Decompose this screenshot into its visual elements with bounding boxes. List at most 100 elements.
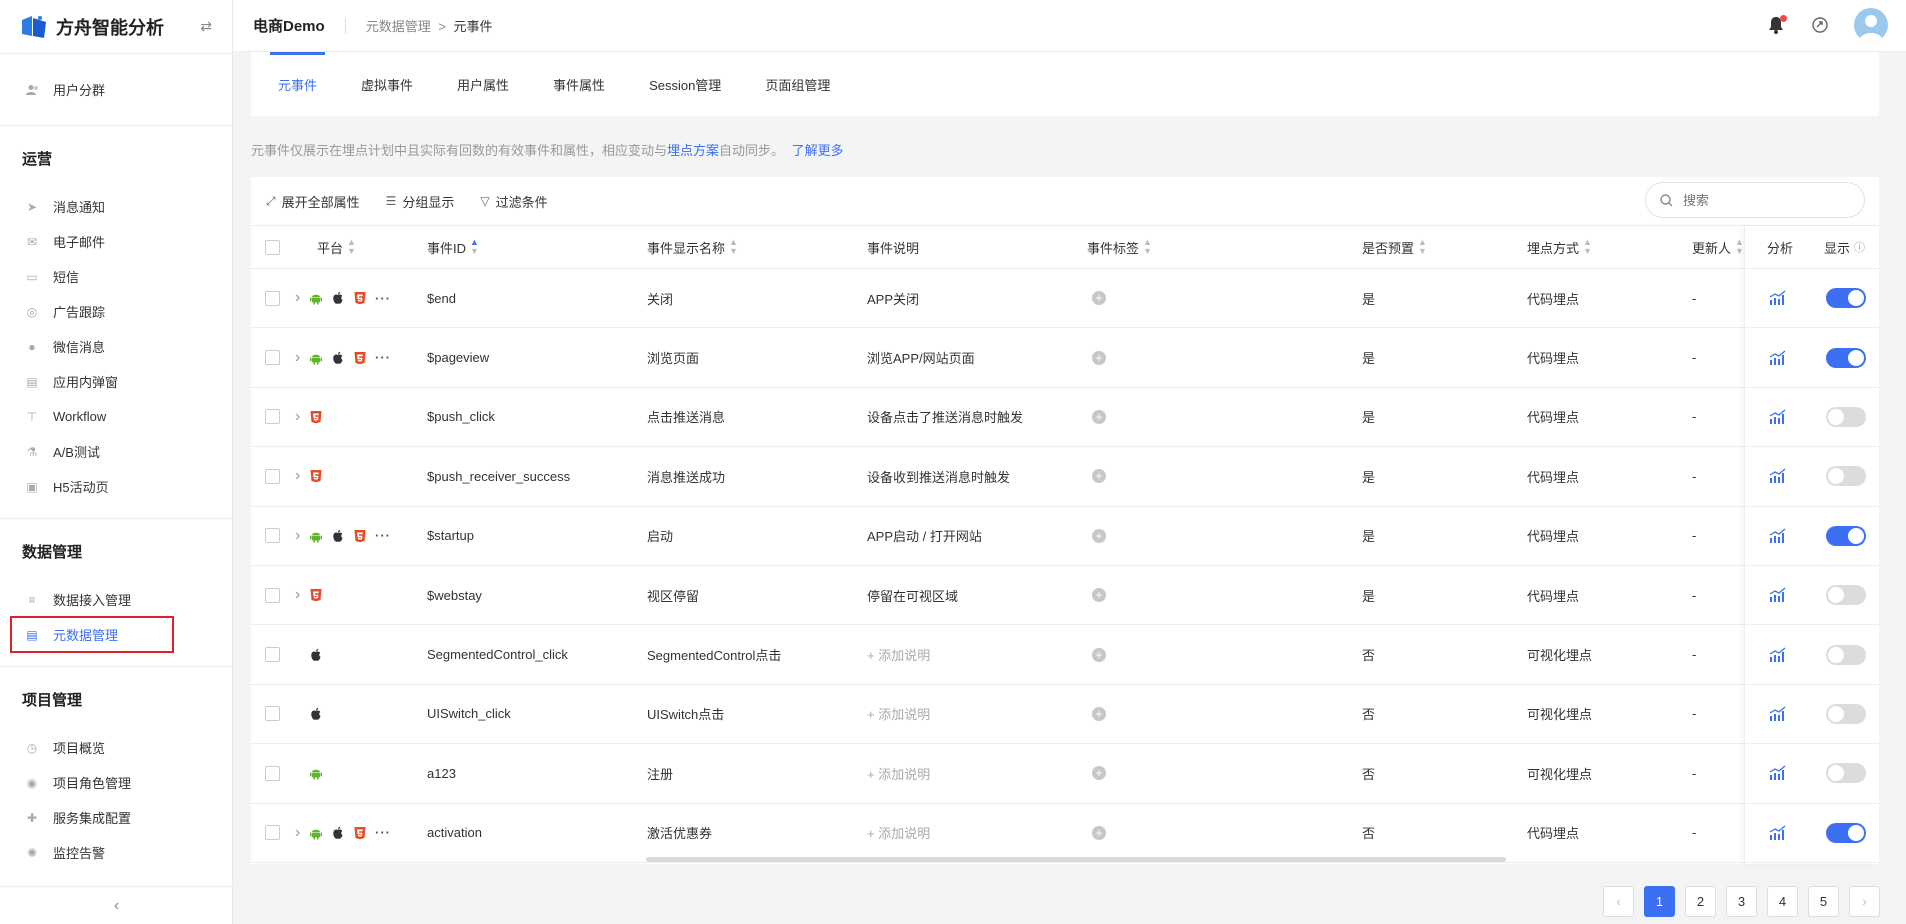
sidebar-item-alarm[interactable]: ✺ 监控告警 — [0, 835, 232, 870]
sidebar-item-target[interactable]: ◎ 广告跟踪 — [0, 294, 232, 329]
search-input[interactable] — [1683, 192, 1843, 208]
event-display-name[interactable]: 点击推送消息 — [647, 407, 725, 426]
add-tag-icon[interactable]: + — [1092, 469, 1106, 484]
analyze-button[interactable] — [1769, 706, 1787, 722]
sidebar-item-chat[interactable]: ▭ 短信 — [0, 259, 232, 294]
table-row[interactable]: UISwitch_click UISwitch点击 + 添加说明 + 否 可视化埋点 - — [251, 685, 1879, 745]
event-description[interactable]: 停留在可视区域 — [867, 586, 958, 605]
add-description-button[interactable]: + 添加说明 — [867, 764, 930, 783]
table-row[interactable]: › ··· $end 关闭 APP关闭 + 是 代码埋点 - — [251, 269, 1879, 329]
page-button[interactable]: 5 — [1808, 886, 1839, 917]
row-checkbox[interactable] — [265, 765, 280, 781]
table-row[interactable]: › ··· $startup 启动 APP启动 / 打开网站 + 是 代码埋点 - — [251, 507, 1879, 566]
show-toggle[interactable] — [1826, 288, 1866, 309]
filter-button[interactable]: ▽ 过滤条件 — [480, 192, 547, 211]
row-checkbox[interactable] — [265, 647, 280, 663]
add-tag-icon[interactable]: + — [1092, 409, 1106, 424]
tab-3[interactable]: 事件属性 — [553, 52, 605, 116]
more-platforms-icon[interactable]: ··· — [375, 528, 391, 543]
row-checkbox[interactable] — [265, 468, 280, 484]
event-description[interactable]: 设备点击了推送消息时触发 — [867, 407, 1023, 426]
col-preset[interactable]: 是否预置 ▲ ▼ — [1362, 238, 1427, 257]
learn-more-link[interactable]: 了解更多 — [792, 143, 844, 158]
table-row[interactable]: › $webstay 视区停留 停留在可视区域 + 是 代码埋点 - — [251, 566, 1879, 626]
add-tag-icon[interactable]: + — [1092, 528, 1106, 543]
sidebar-item-overview[interactable]: ◷ 项目概览 — [0, 730, 232, 765]
tracking-plan-link[interactable]: 埋点方案 — [667, 143, 719, 158]
row-checkbox[interactable] — [265, 825, 280, 841]
event-display-name[interactable]: 注册 — [647, 764, 673, 783]
avatar[interactable] — [1854, 8, 1888, 42]
sidebar-item-popup[interactable]: ▤ 应用内弹窗 — [0, 364, 232, 399]
page-button[interactable]: 3 — [1726, 886, 1757, 917]
event-display-name[interactable]: 启动 — [647, 526, 673, 545]
tab-2[interactable]: 用户属性 — [457, 52, 509, 116]
more-platforms-icon[interactable]: ··· — [375, 350, 391, 365]
add-tag-icon[interactable]: + — [1092, 588, 1106, 603]
swap-icon[interactable]: ⇄ — [200, 18, 212, 35]
event-display-name[interactable]: UISwitch点击 — [647, 704, 724, 723]
sidebar-item-database[interactable]: ≡ 数据接入管理 — [0, 582, 232, 617]
event-description[interactable]: APP关闭 — [867, 289, 919, 308]
show-toggle[interactable] — [1826, 822, 1866, 843]
table-row[interactable]: › ··· activation 激活优惠券 + 添加说明 + 否 代码埋点 - — [251, 804, 1879, 863]
expand-all-button[interactable]: ⤢ 展开全部属性 — [266, 192, 360, 211]
analyze-button[interactable] — [1769, 409, 1787, 425]
sidebar-item-role[interactable]: ◉ 项目角色管理 — [0, 765, 232, 800]
tab-4[interactable]: Session管理 — [649, 52, 721, 116]
add-tag-icon[interactable]: + — [1092, 706, 1106, 721]
expand-row-chevron-icon[interactable]: › — [295, 586, 300, 604]
next-page-button[interactable]: › — [1849, 886, 1880, 917]
search-box[interactable] — [1645, 182, 1865, 218]
link-icon[interactable] — [1812, 17, 1828, 33]
add-tag-icon[interactable]: + — [1092, 766, 1106, 781]
add-description-button[interactable]: + 添加说明 — [867, 823, 930, 842]
project-switcher[interactable]: 电商Demo — [253, 15, 325, 36]
add-tag-icon[interactable]: + — [1092, 647, 1106, 662]
event-display-name[interactable]: 视区停留 — [647, 586, 699, 605]
show-toggle[interactable] — [1826, 703, 1866, 724]
event-description[interactable]: APP启动 / 打开网站 — [867, 526, 982, 545]
row-checkbox[interactable] — [265, 290, 280, 306]
event-display-name[interactable]: 关闭 — [647, 289, 673, 308]
table-row[interactable]: › $push_click 点击推送消息 设备点击了推送消息时触发 + 是 代码埋点 - — [251, 388, 1879, 448]
show-toggle[interactable] — [1826, 466, 1866, 487]
expand-row-chevron-icon[interactable]: › — [295, 467, 300, 485]
table-row[interactable]: SegmentedControl_click SegmentedControl点击… — [251, 625, 1879, 685]
sidebar-item-workflow[interactable]: ⊤ Workflow — [0, 399, 232, 434]
show-toggle[interactable] — [1826, 406, 1866, 427]
sidebar-item-mail[interactable]: ✉ 电子邮件 — [0, 224, 232, 259]
sidebar-item-wechat[interactable]: ● 微信消息 — [0, 329, 232, 364]
col-method[interactable]: 埋点方式 ▲ ▼ — [1527, 238, 1592, 257]
more-platforms-icon[interactable]: ··· — [375, 825, 391, 840]
add-tag-icon[interactable]: + — [1092, 350, 1106, 365]
page-button[interactable]: 2 — [1685, 886, 1716, 917]
col-display-name[interactable]: 事件显示名称 ▲ ▼ — [647, 238, 738, 257]
sidebar-item-user-segment[interactable]: 用户分群 — [0, 72, 232, 107]
expand-row-chevron-icon[interactable]: › — [295, 349, 300, 367]
show-toggle[interactable] — [1826, 585, 1866, 606]
sidebar-item-puzzle[interactable]: ✚ 服务集成配置 — [0, 800, 232, 835]
sidebar-item-metadata[interactable]: ▤ 元数据管理 — [0, 616, 232, 653]
table-row[interactable]: a123 注册 + 添加说明 + 否 可视化埋点 - — [251, 744, 1879, 804]
col-tags[interactable]: 事件标签 ▲ ▼ — [1087, 238, 1152, 257]
analyze-button[interactable] — [1769, 468, 1787, 484]
table-row[interactable]: › ··· $pageview 浏览页面 浏览APP/网站页面 + 是 代码埋点 - — [251, 328, 1879, 388]
event-display-name[interactable]: 消息推送成功 — [647, 467, 725, 486]
horizontal-scrollbar[interactable] — [646, 857, 1506, 862]
add-description-button[interactable]: + 添加说明 — [867, 704, 930, 723]
analyze-button[interactable] — [1769, 825, 1787, 841]
event-description[interactable]: 浏览APP/网站页面 — [867, 348, 975, 367]
row-checkbox[interactable] — [265, 528, 280, 544]
analyze-button[interactable] — [1769, 587, 1787, 603]
col-platform[interactable]: 平台 ▲ ▼ — [317, 238, 356, 257]
add-tag-icon[interactable]: + — [1092, 291, 1106, 306]
row-checkbox[interactable] — [265, 409, 280, 425]
breadcrumb-item[interactable]: 元数据管理 — [366, 19, 431, 34]
select-all-checkbox[interactable] — [265, 239, 280, 255]
group-display-button[interactable]: ☰ 分组显示 — [386, 192, 455, 211]
event-display-name[interactable]: 浏览页面 — [647, 348, 699, 367]
analyze-button[interactable] — [1769, 647, 1787, 663]
row-checkbox[interactable] — [265, 706, 280, 722]
more-platforms-icon[interactable]: ··· — [375, 291, 391, 306]
